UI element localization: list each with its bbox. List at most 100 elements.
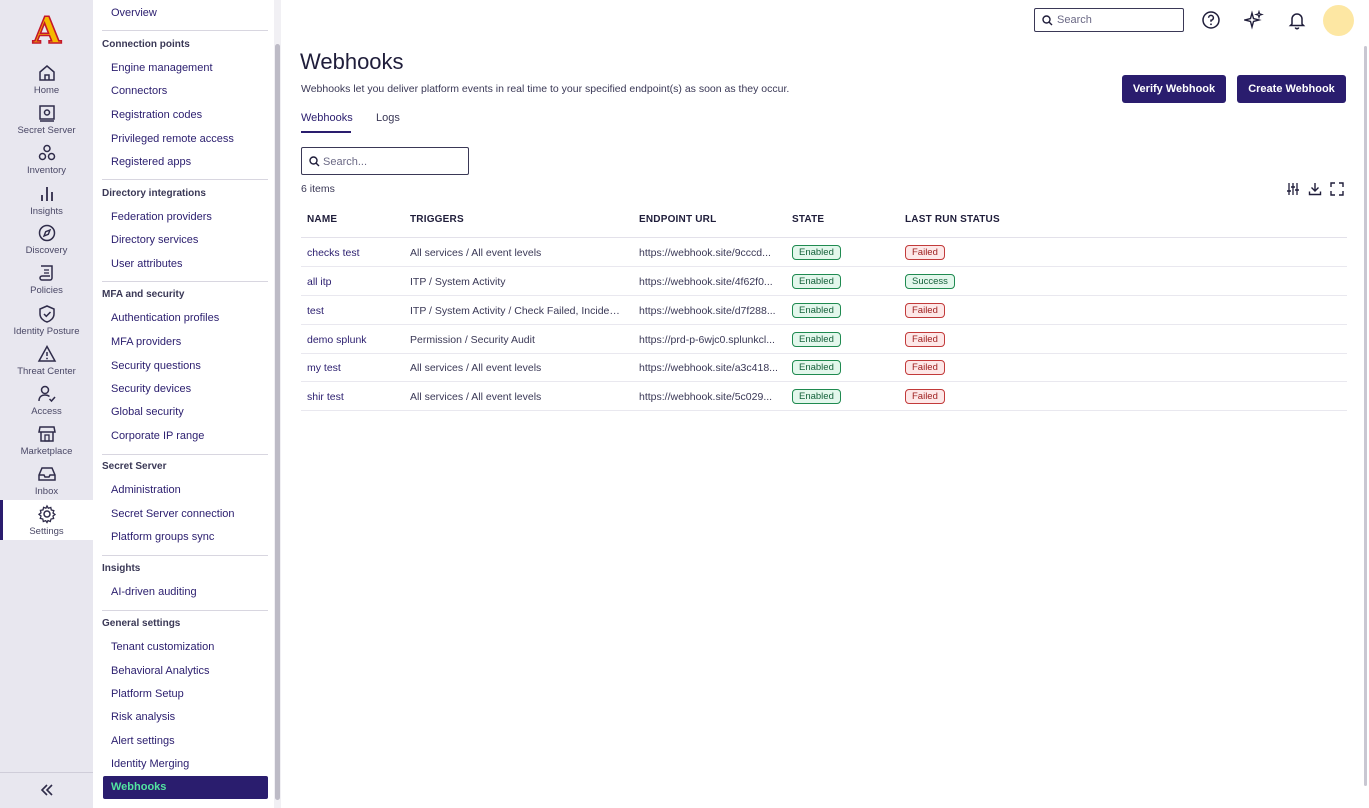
nav-link-platform-setup[interactable]: Platform Setup — [111, 688, 184, 700]
column-header-last-run-status[interactable]: LAST RUN STATUS — [905, 214, 1000, 225]
rail-item-threat-center[interactable]: Threat Center — [0, 344, 93, 384]
nav-link-platform-groups-sync[interactable]: Platform groups sync — [111, 531, 214, 543]
nav-divider — [102, 610, 268, 611]
rail-item-policies[interactable]: Policies — [0, 263, 93, 303]
status-badge: Failed — [905, 332, 945, 347]
rail-label: Discovery — [25, 245, 68, 256]
column-settings-icon[interactable] — [1286, 182, 1300, 196]
collapse-rail-button[interactable] — [0, 772, 93, 808]
fullscreen-icon[interactable] — [1330, 182, 1344, 196]
tab-webhooks[interactable]: Webhooks — [301, 112, 353, 124]
table-row[interactable]: my test All services / All event levels … — [301, 353, 1347, 382]
global-search[interactable] — [1034, 8, 1184, 32]
nav-link-administration[interactable]: Administration — [111, 484, 181, 496]
rail-label: Inbox — [34, 486, 59, 497]
nav-link-corporate-ip-range[interactable]: Corporate IP range — [111, 430, 204, 442]
main-scrollbar[interactable] — [1362, 40, 1369, 808]
verify-webhook-button[interactable]: Verify Webhook — [1122, 75, 1226, 103]
nav-link-security-devices[interactable]: Security devices — [111, 383, 191, 395]
nav-link-user-attributes[interactable]: User attributes — [111, 258, 183, 270]
rail-item-identity-posture[interactable]: Identity Posture — [0, 304, 93, 344]
scrollbar-thumb[interactable] — [275, 44, 280, 800]
rail-item-home[interactable]: Home — [0, 63, 93, 103]
nav-link-global-security[interactable]: Global security — [111, 406, 184, 418]
nav-link-overview[interactable]: Overview — [111, 7, 157, 19]
nav-link-secret-server-connection[interactable]: Secret Server connection — [111, 508, 235, 520]
compass-icon — [38, 224, 55, 242]
nav-link-risk-analysis[interactable]: Risk analysis — [111, 711, 175, 723]
rail-item-discovery[interactable]: Discovery — [0, 223, 93, 263]
create-webhook-button[interactable]: Create Webhook — [1237, 75, 1346, 103]
table-row[interactable]: shir test All services / All event level… — [301, 382, 1347, 411]
nav-link-mfa-providers[interactable]: MFA providers — [111, 336, 181, 348]
nav-link-authentication-profiles[interactable]: Authentication profiles — [111, 312, 219, 324]
webhook-name-link[interactable]: test — [307, 305, 324, 317]
webhook-search-input[interactable] — [323, 154, 463, 170]
column-header-name[interactable]: NAME — [307, 214, 337, 225]
nav-link-alert-settings[interactable]: Alert settings — [111, 735, 175, 747]
nav-link-privileged-remote-access[interactable]: Privileged remote access — [111, 133, 234, 145]
double-chevron-left-icon — [40, 784, 53, 796]
nav-link-behavioral-analytics[interactable]: Behavioral Analytics — [111, 665, 209, 677]
rail-label: Secret Server — [17, 125, 76, 136]
scrollbar-thumb[interactable] — [1364, 46, 1367, 786]
rail-item-inbox[interactable]: Inbox — [0, 464, 93, 504]
nav-link-webhooks-active[interactable]: Webhooks — [103, 776, 268, 799]
rail-item-inventory[interactable]: Inventory — [0, 143, 93, 183]
nav-link-security-questions[interactable]: Security questions — [111, 360, 201, 372]
table-row[interactable]: demo splunk Permission / Security Audit … — [301, 325, 1347, 354]
download-icon[interactable] — [1308, 182, 1322, 196]
nav-section-secret-server: Secret Server — [102, 461, 167, 472]
state-badge: Enabled — [792, 274, 841, 289]
column-header-state[interactable]: STATE — [792, 214, 824, 225]
column-header-endpoint-url[interactable]: ENDPOINT URL — [639, 214, 716, 225]
webhook-triggers: All services / All event levels — [410, 247, 542, 259]
nav-link-engine-management[interactable]: Engine management — [111, 62, 213, 74]
settings-nav-scrollbar[interactable] — [274, 0, 281, 808]
webhook-endpoint-url: https://webhook.site/9cccd... — [639, 247, 771, 259]
help-icon[interactable] — [1201, 10, 1221, 30]
rail-item-settings[interactable]: Settings — [0, 500, 93, 540]
table-row[interactable]: all itp ITP / System Activity https://we… — [301, 267, 1347, 296]
webhook-name-link[interactable]: all itp — [307, 276, 332, 288]
rail-item-secret-server[interactable]: Secret Server — [0, 103, 93, 143]
tab-logs[interactable]: Logs — [376, 112, 400, 124]
nav-link-tenant-customization[interactable]: Tenant customization — [111, 641, 214, 653]
nav-link-registered-apps[interactable]: Registered apps — [111, 156, 191, 168]
nav-section-mfa-security: MFA and security — [102, 289, 185, 300]
scroll-icon — [38, 265, 53, 281]
webhook-name-link[interactable]: demo splunk — [307, 334, 367, 346]
webhook-triggers: ITP / System Activity / Check Failed, In… — [410, 305, 625, 317]
webhook-triggers: All services / All event levels — [410, 362, 542, 374]
nav-section-connection-points: Connection points — [102, 39, 190, 50]
webhook-name-link[interactable]: shir test — [307, 391, 344, 403]
rail-item-marketplace[interactable]: Marketplace — [0, 424, 93, 464]
webhook-name-link[interactable]: checks test — [307, 247, 360, 259]
rail-item-access[interactable]: Access — [0, 384, 93, 424]
state-badge: Enabled — [792, 389, 841, 404]
bell-icon[interactable] — [1287, 10, 1307, 30]
nav-link-ai-driven-auditing[interactable]: AI-driven auditing — [111, 586, 197, 598]
item-count: 6 items — [301, 183, 335, 195]
table-row[interactable]: test ITP / System Activity / Check Faile… — [301, 296, 1347, 325]
active-tab-indicator — [301, 131, 351, 133]
nav-link-connectors[interactable]: Connectors — [111, 85, 167, 97]
nav-divider — [102, 281, 268, 282]
user-check-icon — [37, 385, 56, 403]
page-title: Webhooks — [300, 49, 404, 74]
sparkles-icon[interactable] — [1244, 10, 1264, 30]
avatar[interactable] — [1323, 5, 1354, 36]
nav-link-directory-services[interactable]: Directory services — [111, 234, 198, 246]
nav-divider — [102, 179, 268, 180]
shield-check-icon — [38, 305, 55, 323]
nav-link-identity-merging[interactable]: Identity Merging — [111, 758, 189, 770]
nav-link-registration-codes[interactable]: Registration codes — [111, 109, 202, 121]
rail-item-insights[interactable]: Insights — [0, 184, 93, 224]
webhook-search[interactable] — [301, 147, 469, 175]
global-search-input[interactable] — [1057, 12, 1177, 28]
nav-link-federation-providers[interactable]: Federation providers — [111, 211, 212, 223]
webhook-name-link[interactable]: my test — [307, 362, 341, 374]
table-row[interactable]: checks test All services / All event lev… — [301, 238, 1347, 267]
column-header-triggers[interactable]: TRIGGERS — [410, 214, 464, 225]
nav-divider — [102, 454, 268, 455]
